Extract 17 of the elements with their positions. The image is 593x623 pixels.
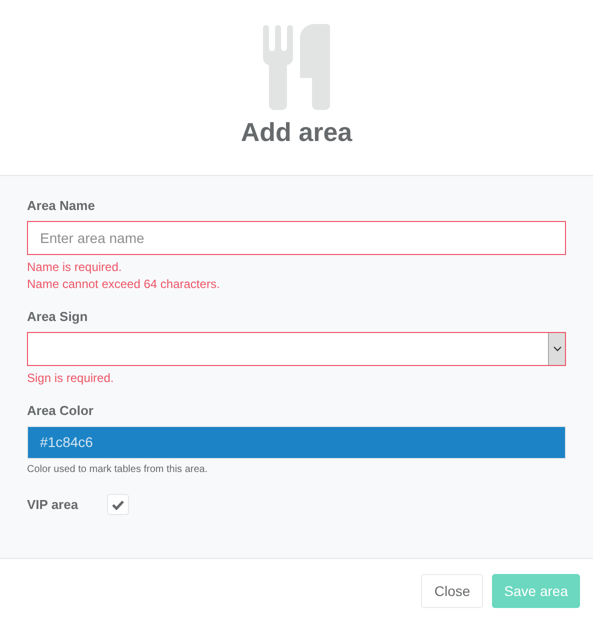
field-label: Area Name bbox=[27, 198, 96, 214]
checkbox[interactable] bbox=[107, 494, 129, 515]
close-button[interactable]: Close bbox=[421, 574, 484, 608]
dialog-title: Add area bbox=[240, 116, 352, 148]
select-field[interactable] bbox=[27, 332, 566, 366]
checkmark-icon bbox=[112, 500, 124, 510]
fork-and-knife-icon bbox=[263, 24, 330, 110]
field-label: Area Sign bbox=[27, 309, 89, 325]
color-field[interactable]: #1c84c6 bbox=[27, 426, 566, 459]
field-label: Area Color bbox=[27, 403, 94, 419]
error-message: Sign is required. bbox=[27, 370, 115, 387]
chevron-down-icon bbox=[552, 346, 562, 352]
field-label: VIP area bbox=[27, 496, 80, 514]
error-message: Name cannot exceed 64 characters. bbox=[27, 276, 221, 293]
text-field[interactable]: Enter area name bbox=[27, 221, 566, 255]
help-text: Color used to mark tables from this area. bbox=[27, 463, 209, 476]
error-message: Name is required. bbox=[27, 259, 123, 276]
